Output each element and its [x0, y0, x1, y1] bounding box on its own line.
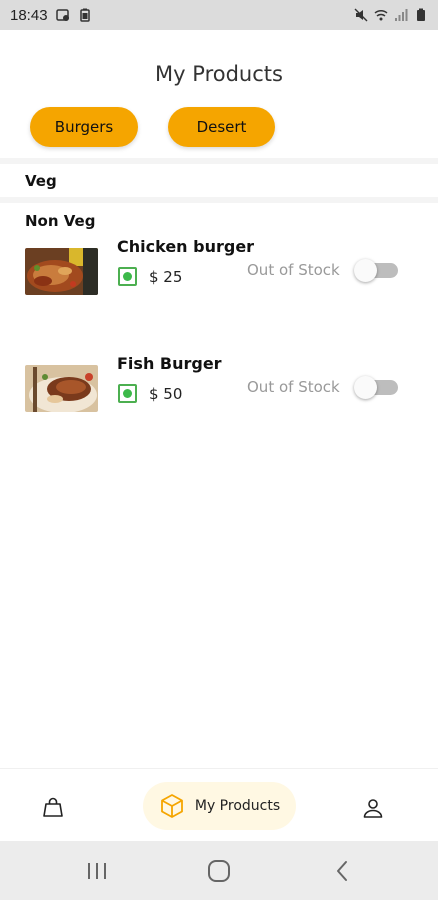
status-bar: 18:43 — [0, 0, 438, 30]
status-time: 18:43 — [10, 6, 48, 24]
product-name: Chicken burger — [117, 237, 255, 256]
product-name: Fish Burger — [117, 354, 222, 373]
signal-icon — [395, 9, 408, 21]
bottom-nav: My Products — [0, 768, 438, 841]
product-row[interactable]: Chicken burger $ 25 Out of Stock — [0, 234, 438, 304]
recent-apps-button[interactable] — [67, 841, 127, 900]
product-price: $ 25 — [149, 268, 183, 286]
category-chip-burgers[interactable]: Burgers — [30, 107, 138, 147]
screen-record-icon — [55, 9, 69, 21]
battery-saver-icon — [79, 8, 90, 22]
stock-status-label: Out of Stock — [247, 378, 340, 396]
page-title: My Products — [155, 62, 283, 86]
section-label-non-veg[interactable]: Non Veg — [25, 212, 95, 230]
section-label-veg[interactable]: Veg — [25, 172, 57, 190]
nav-profile-button[interactable] — [354, 789, 392, 827]
box-icon — [160, 794, 183, 818]
battery-icon — [417, 8, 425, 21]
nav-orders-button[interactable] — [34, 789, 72, 827]
nav-my-products-button[interactable]: My Products — [143, 782, 296, 830]
veg-indicator-icon — [118, 384, 137, 403]
user-icon — [363, 799, 383, 818]
recent-apps-icon — [88, 862, 106, 879]
divider — [0, 197, 438, 203]
stock-toggle[interactable] — [354, 259, 398, 282]
stock-toggle[interactable] — [354, 376, 398, 399]
back-icon — [337, 860, 347, 881]
divider — [0, 158, 438, 164]
stock-status-label: Out of Stock — [247, 261, 340, 279]
shopping-bag-icon — [43, 797, 63, 817]
mute-icon — [354, 8, 368, 22]
fish-burger-photo — [25, 365, 98, 412]
system-nav-bar — [0, 841, 438, 900]
category-chip-desert[interactable]: Desert — [168, 107, 275, 147]
chicken-burger-photo — [25, 248, 98, 295]
back-button[interactable] — [312, 841, 372, 900]
home-icon — [208, 859, 230, 882]
product-row[interactable]: Fish Burger $ 50 Out of Stock — [0, 351, 438, 421]
home-button[interactable] — [189, 841, 249, 900]
wifi-icon — [374, 9, 388, 21]
nav-my-products-label: My Products — [194, 798, 281, 814]
product-price: $ 50 — [149, 385, 183, 403]
veg-indicator-icon — [118, 267, 137, 286]
